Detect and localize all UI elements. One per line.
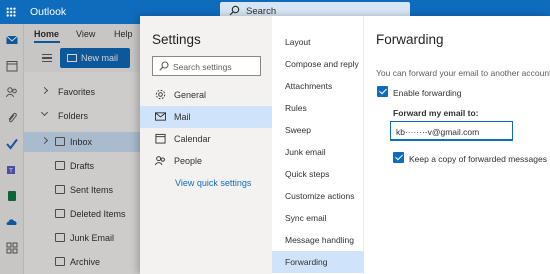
settings-search-placeholder: Search settings (173, 62, 232, 72)
sub-attachments[interactable]: Attachments (272, 75, 364, 97)
view-quick-settings-link[interactable]: View quick settings (175, 178, 251, 188)
category-mail[interactable]: Mail (140, 106, 272, 128)
sub-label: Junk email (285, 147, 326, 157)
sub-rules[interactable]: Rules (272, 97, 364, 119)
mail-icon (155, 112, 166, 121)
settings-title: Settings (152, 32, 201, 47)
sub-label: Customize actions (285, 191, 355, 201)
sub-quick-steps[interactable]: Quick steps (272, 163, 364, 185)
search-icon (229, 5, 240, 16)
people-icon (155, 156, 165, 166)
forward-email-input[interactable]: kb········v@gmail.com (390, 121, 513, 141)
forward-to-label: Forward my email to: (393, 108, 479, 118)
sub-label: Message handling (285, 235, 354, 245)
category-people[interactable]: People (140, 150, 272, 172)
sub-compose-reply[interactable]: Compose and reply (272, 53, 364, 75)
forward-email-value: kb········v@gmail.com (396, 127, 480, 137)
enable-forwarding-label: Enable forwarding (393, 88, 462, 98)
sub-label: Quick steps (285, 169, 330, 179)
category-label: Calendar (174, 134, 211, 144)
sub-junk-email[interactable]: Junk email (272, 141, 364, 163)
search-icon (159, 61, 169, 71)
settings-categories-pane: Settings Search settings General Mail Ca… (140, 16, 272, 274)
enable-forwarding-checkbox[interactable] (377, 86, 388, 97)
sub-label: Layout (285, 37, 311, 47)
forwarding-title: Forwarding (376, 32, 444, 47)
sub-sweep[interactable]: Sweep (272, 119, 364, 141)
category-label: Mail (174, 112, 191, 122)
category-calendar[interactable]: Calendar (140, 128, 272, 150)
calendar-icon (155, 133, 166, 144)
category-label: People (174, 156, 203, 166)
settings-dialog: Settings Search settings General Mail Ca… (140, 16, 550, 274)
sub-label: Sweep (285, 125, 311, 135)
sub-sync-email[interactable]: Sync email (272, 207, 364, 229)
app-launcher-icon[interactable] (6, 7, 16, 17)
sub-forwarding[interactable]: Forwarding (272, 251, 364, 273)
sub-label: Attachments (285, 81, 333, 91)
sub-layout[interactable]: Layout (272, 31, 364, 53)
settings-search-input[interactable]: Search settings (152, 56, 261, 76)
sub-label: Compose and reply (285, 59, 359, 69)
keep-copy-checkbox[interactable] (393, 152, 404, 163)
forwarding-description: You can forward your email to another ac… (376, 68, 550, 78)
keep-copy-label: Keep a copy of forwarded messages (409, 154, 547, 164)
forwarding-pane: Forwarding You can forward your email to… (364, 16, 550, 274)
gear-icon (155, 89, 166, 100)
sub-label: Rules (285, 103, 307, 113)
settings-subcategories-pane: Layout Compose and reply Attachments Rul… (272, 16, 364, 274)
sub-message-handling[interactable]: Message handling (272, 229, 364, 251)
sub-customize-actions[interactable]: Customize actions (272, 185, 364, 207)
sub-label: Forwarding (285, 257, 328, 267)
category-label: General (174, 90, 207, 100)
category-general[interactable]: General (140, 84, 272, 106)
app-title[interactable]: Outlook (30, 6, 66, 18)
sub-label: Sync email (285, 213, 327, 223)
